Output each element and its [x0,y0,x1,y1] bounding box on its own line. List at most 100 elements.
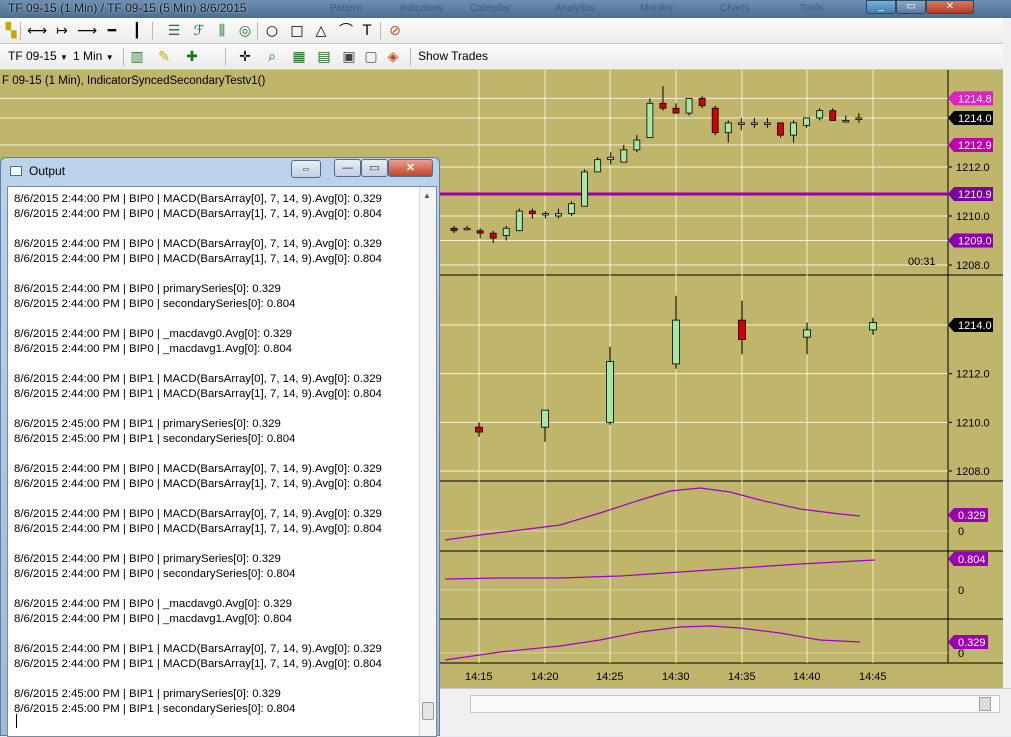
indicator-zero-label: 0 [958,585,964,597]
candle-body [489,232,497,239]
log-line: 8/6/2015 2:45:00 PM | BIP1 | secondarySe… [14,433,296,445]
swap-button[interactable]: ⇔ [291,160,321,178]
scroll-up-icon[interactable]: ▲ [423,191,431,200]
log-line: 8/6/2015 2:44:00 PM | BIP1 | MACD(BarsAr… [14,658,382,670]
log-blank-line [14,582,419,597]
log-line: 8/6/2015 2:44:00 PM | BIP0 | primarySeri… [14,283,281,295]
scrollbar-thumb[interactable] [422,702,434,720]
crosshair-icon[interactable]: ✛ [236,48,254,66]
chart-scroll-bar-area [440,688,1011,736]
text-caret [16,714,17,728]
log-line: 8/6/2015 2:44:00 PM | BIP1 | MACD(BarsAr… [14,388,382,400]
bar-timer: 00:31 [908,256,936,268]
drawing-pencil-icon[interactable]: ✎ [155,48,173,66]
candle-body [528,210,536,214]
price-label: 1208.0 [956,260,990,272]
cursor-tool-icon[interactable]: ▚ [2,22,20,40]
menu-ghost-text: Pattern [330,3,363,14]
candle-body [659,102,667,109]
candle-body [476,230,484,234]
log-line: 8/6/2015 2:44:00 PM | BIP0 | secondarySe… [14,298,296,310]
time-axis-label: 14:35 [728,671,756,683]
log-line: 8/6/2015 2:44:00 PM | BIP0 | MACD(BarsAr… [14,478,382,490]
candle-body [594,159,602,173]
line-segment-icon[interactable]: ⟷ [27,22,47,40]
ellipse-icon[interactable]: ○ [263,22,281,40]
output-close-button[interactable]: ✕ [388,159,433,177]
time-axis-label: 14:20 [531,671,559,683]
log-blank-line [14,222,419,237]
indicator-zero-label: 0 [958,648,964,660]
ray-icon[interactable]: ↦ [53,22,71,40]
output-minimize-button[interactable]: — [334,159,361,177]
log-line: 8/6/2015 2:44:00 PM | BIP0 | MACD(BarsAr… [14,193,382,205]
instrument-dropdown[interactable]: TF 09-15 ▼ [8,49,68,63]
arc-icon[interactable]: ⌒ [337,22,355,40]
chart-horizontal-scrollbar[interactable] [470,695,1000,713]
gann-fan-icon[interactable]: ⫼ [213,22,231,40]
output-maximize-button[interactable]: ▭ [361,159,388,177]
strategy-icon[interactable]: ◈ [384,48,402,66]
window-title-bar: TF 09-15 (1 Min) / TF 09-15 (5 Min) 8/6/… [0,0,1011,18]
candle-body [475,426,483,433]
vertical-line-icon[interactable]: ┃ [128,22,146,40]
price-label: 1210.9 [958,189,992,201]
candle-body [816,110,824,119]
log-blank-line [14,447,419,462]
bar-type-icon[interactable]: ▥ [128,48,146,66]
triangle-icon[interactable]: △ [312,22,330,40]
menu-ghost-text: Monitor [640,3,674,14]
horizontal-line-icon[interactable]: ━ [103,22,121,40]
candle-body [581,171,588,207]
menu-ghost-text: Tools [800,3,824,14]
show-trades-button[interactable]: Show Trades [418,49,488,63]
scrollbar-thumb[interactable] [979,697,991,711]
log-line: 8/6/2015 2:45:00 PM | BIP1 | primarySeri… [14,418,281,430]
menu-ghost-text: Analytics [555,3,596,14]
log-line: 8/6/2015 2:44:00 PM | BIP0 | MACD(BarsAr… [14,208,382,220]
candle-body [750,122,758,125]
candle-body [803,329,811,338]
candle-body [463,227,471,231]
candle-body [633,139,641,151]
text-icon[interactable]: T [358,22,376,40]
output-vertical-scrollbar[interactable]: ▲ [419,187,436,736]
output-log[interactable]: 8/6/2015 2:44:00 PM | BIP0 | MACD(BarsAr… [7,186,437,737]
data-box-icon[interactable]: ▦ [290,48,308,66]
log-line: 8/6/2015 2:44:00 PM | BIP1 | MACD(BarsAr… [14,643,382,655]
extended-line-icon[interactable]: ⟶ [77,22,97,40]
interval-label: 1 Min [73,49,103,63]
candle-body [777,122,784,136]
candle-body [555,213,562,217]
regression-channel-icon[interactable]: ◎ [236,22,254,40]
window-minimize-button[interactable]: _ [866,0,896,14]
toolbar-separator [380,22,381,40]
drawing-toolbar: ▚ ⟷ ↦ ⟶ ━ ┃ ☰ ℱ ⫼ ◎ ○ □ △ ⌒ T ⊘ [0,18,1003,44]
output-window-icon [10,166,22,176]
price-label: 1212.0 [956,369,990,381]
snapshot-icon[interactable]: ▢ [362,48,380,66]
output-window[interactable]: Output ⇔ — ▭ ✕ 8/6/2015 2:44:00 PM | BIP… [0,157,440,737]
andrews-pitchfork-icon[interactable]: ☰ [165,22,183,40]
candle-body [790,122,797,136]
fibonacci-retracement-icon[interactable]: ℱ [190,22,208,40]
price-label: 1214.8 [958,93,992,105]
remove-drawings-icon[interactable]: ⊘ [386,22,404,40]
log-line: 8/6/2015 2:45:00 PM | BIP1 | primarySeri… [14,688,281,700]
window-close-button[interactable]: ✕ [926,0,974,14]
window-maximize-button[interactable]: ▭ [896,0,926,14]
zoom-icon[interactable]: ⌕ [263,48,281,66]
log-blank-line [14,357,419,372]
candle-body [450,227,458,232]
add-indicator-icon[interactable]: ✚ [183,48,201,66]
candle-body [698,97,706,107]
candle-body [738,319,746,340]
chart-properties-icon[interactable]: ▤ [315,48,333,66]
rectangle-icon[interactable]: □ [288,22,306,40]
price-label: 1212.0 [956,162,990,174]
interval-dropdown[interactable]: 1 Min ▼ [73,49,114,63]
log-line: 8/6/2015 2:44:00 PM | BIP0 | _macdavg1.A… [14,613,293,625]
candle-body [869,322,877,331]
indicator-value-label: 0.329 [958,510,986,522]
chart-template-icon[interactable]: ▣ [340,48,358,66]
